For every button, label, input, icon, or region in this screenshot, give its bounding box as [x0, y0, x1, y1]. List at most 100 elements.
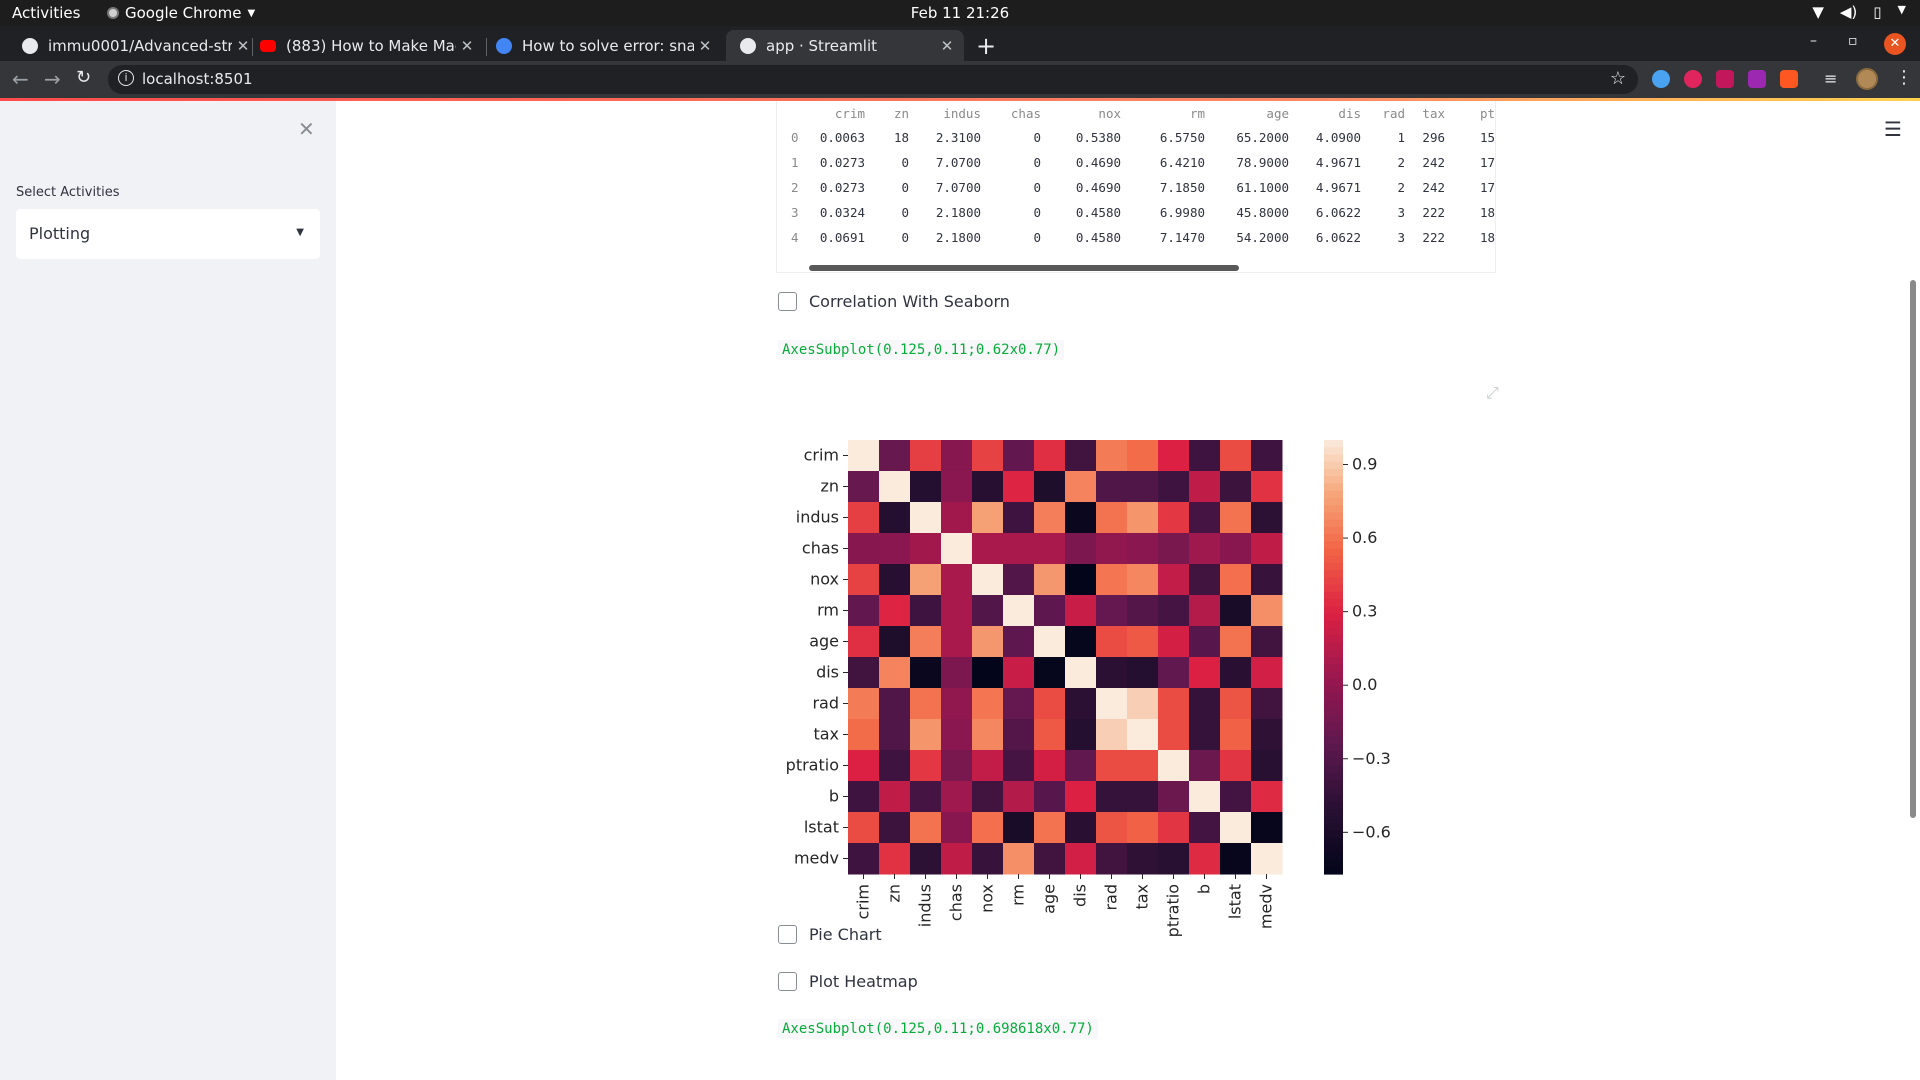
megaphone-extension-icon[interactable] — [1780, 70, 1798, 88]
column-header[interactable]: dis — [1289, 101, 1361, 125]
activities-select[interactable]: Plotting ▼ — [16, 209, 320, 259]
column-header[interactable]: pt — [1445, 101, 1495, 125]
table-cell: 0.4690 — [1075, 180, 1121, 195]
site-info-icon[interactable]: i — [118, 70, 134, 86]
checkbox-label: Plot Heatmap — [809, 972, 918, 991]
plot-heatmap-checkbox[interactable]: Plot Heatmap — [778, 972, 918, 991]
table-cell: 0 — [1033, 155, 1041, 170]
reading-list-icon[interactable]: ≡ — [1824, 69, 1837, 88]
github-icon — [22, 37, 38, 54]
column-header[interactable]: chas — [981, 101, 1041, 125]
heatmap-cell — [1003, 564, 1035, 596]
column-header[interactable] — [777, 101, 817, 125]
heatmap-cell — [1034, 719, 1066, 751]
close-sidebar-icon[interactable]: ✕ — [298, 117, 315, 141]
table-cell: 18 — [893, 130, 909, 145]
system-tray[interactable]: ▼ ◀) ▯ ▼ — [1812, 3, 1906, 21]
heatmap-cell — [1158, 471, 1190, 503]
pocket-extension-icon[interactable] — [1684, 70, 1702, 88]
fullscreen-icon[interactable]: ⤢ — [1486, 383, 1499, 403]
close-icon[interactable]: ✕ — [936, 37, 958, 55]
colorbar-segment — [1324, 729, 1343, 738]
heatmap-cell — [1158, 502, 1190, 534]
heatmap-cell — [1003, 812, 1035, 844]
close-icon[interactable]: ✕ — [456, 37, 478, 55]
heatmap-cell — [848, 502, 880, 534]
forward-button[interactable]: → — [44, 67, 61, 91]
table-cell: 2 — [1397, 155, 1405, 170]
checkbox-box[interactable] — [778, 925, 797, 944]
heatmap-cell — [879, 626, 911, 658]
activities-button[interactable]: Activities — [12, 4, 80, 22]
heatmap-cell — [848, 471, 880, 503]
y-tick-label: indus — [796, 508, 839, 527]
column-header[interactable]: age — [1205, 101, 1289, 125]
dataframe[interactable]: crim zn indus chas nox rm age dis rad tax pt 0 0.00… — [776, 101, 1496, 273]
colorbar-segment — [1324, 801, 1343, 810]
main-menu-icon[interactable]: ☰ — [1884, 117, 1902, 141]
colorbar-segment — [1324, 751, 1343, 759]
heatmap-cell — [910, 440, 942, 472]
s-extension-icon[interactable] — [1716, 70, 1734, 88]
tab-streamlit-app[interactable]: app · Streamlit ✕ — [726, 30, 964, 61]
heatmap-cell — [1096, 533, 1128, 565]
table-cell: 17 — [1479, 155, 1495, 170]
dataframe-scrollbar[interactable] — [809, 265, 1239, 271]
app-menu[interactable]: Google Chrome ▼ — [107, 4, 255, 22]
column-header[interactable]: crim — [817, 101, 865, 125]
checkbox-box[interactable] — [778, 292, 797, 311]
table-row: 3 0.0324 0 2.1800 0 0.4580 6.9980 45.8000 6.0622… — [777, 200, 1495, 225]
heatmap-cell — [1251, 626, 1283, 658]
heatmap-cell — [1034, 533, 1066, 565]
address-bar[interactable]: i localhost:8501 ☆ — [108, 65, 1638, 94]
cloud-extension-icon[interactable] — [1652, 70, 1670, 88]
heatmap-cell — [848, 564, 880, 596]
heatmap-cell — [1251, 843, 1283, 875]
heatmap-cell — [1189, 595, 1221, 627]
tab-github[interactable]: immu0001/Advanced-stre ✕ — [8, 30, 260, 61]
colorbar-tick-label: 0.6 — [1352, 528, 1377, 547]
colorbar-segment — [1324, 736, 1343, 745]
checkbox-box[interactable] — [778, 972, 797, 991]
column-header[interactable]: indus — [909, 101, 981, 125]
tab-youtube[interactable]: (883) How to Make Machin ✕ — [246, 30, 484, 61]
back-button[interactable]: ← — [12, 67, 29, 91]
column-header[interactable]: nox — [1041, 101, 1121, 125]
heatmap-cell — [879, 750, 911, 782]
window-close-button[interactable]: ✕ — [1884, 33, 1906, 55]
heatmap-cell — [1096, 626, 1128, 658]
column-header[interactable]: rm — [1121, 101, 1205, 125]
colorbar-segment — [1324, 635, 1343, 644]
clock[interactable]: Feb 11 21:26 — [911, 4, 1009, 22]
x-tick-label: nox — [978, 884, 997, 913]
pie-chart-checkbox[interactable]: Pie Chart — [778, 925, 882, 944]
heatmap-cell — [1096, 750, 1128, 782]
bookmark-star-icon[interactable]: ☆ — [1610, 68, 1626, 89]
column-header[interactable]: rad — [1361, 101, 1405, 125]
colorbar-tick-label: 0.9 — [1352, 455, 1377, 474]
reload-button[interactable]: ↻ — [76, 67, 91, 88]
dataframe-header-row: crim zn indus chas nox rm age dis rad tax pt — [777, 101, 1495, 125]
page-scrollbar[interactable] — [1910, 280, 1916, 818]
x-tick-label: medv — [1257, 884, 1276, 929]
restore-button[interactable]: ▫ — [1848, 33, 1858, 49]
table-cell: 7.0700 — [935, 180, 981, 195]
colorbar-segment — [1324, 562, 1343, 571]
heatmap-cell — [879, 564, 911, 596]
close-icon[interactable]: ✕ — [694, 37, 716, 55]
new-tab-button[interactable]: + — [976, 32, 996, 60]
column-header[interactable]: tax — [1405, 101, 1445, 125]
heatmap-cell — [1065, 688, 1097, 720]
colorbar-segment — [1324, 555, 1343, 564]
tab-stackoverflow[interactable]: How to solve error: snap ✕ — [482, 30, 722, 61]
correlation-checkbox[interactable]: Correlation With Seaborn — [778, 292, 1010, 311]
purple-extension-icon[interactable] — [1748, 70, 1766, 88]
heatmap-cell — [1034, 750, 1066, 782]
more-menu-icon[interactable]: ⋮ — [1895, 67, 1913, 88]
minimize-button[interactable]: – — [1810, 33, 1817, 49]
column-header[interactable]: zn — [865, 101, 909, 125]
wifi-icon: ▼ — [1812, 3, 1824, 21]
x-tick-label: zn — [885, 884, 904, 903]
profile-avatar[interactable] — [1856, 68, 1878, 90]
colorbar-segment — [1324, 512, 1343, 521]
